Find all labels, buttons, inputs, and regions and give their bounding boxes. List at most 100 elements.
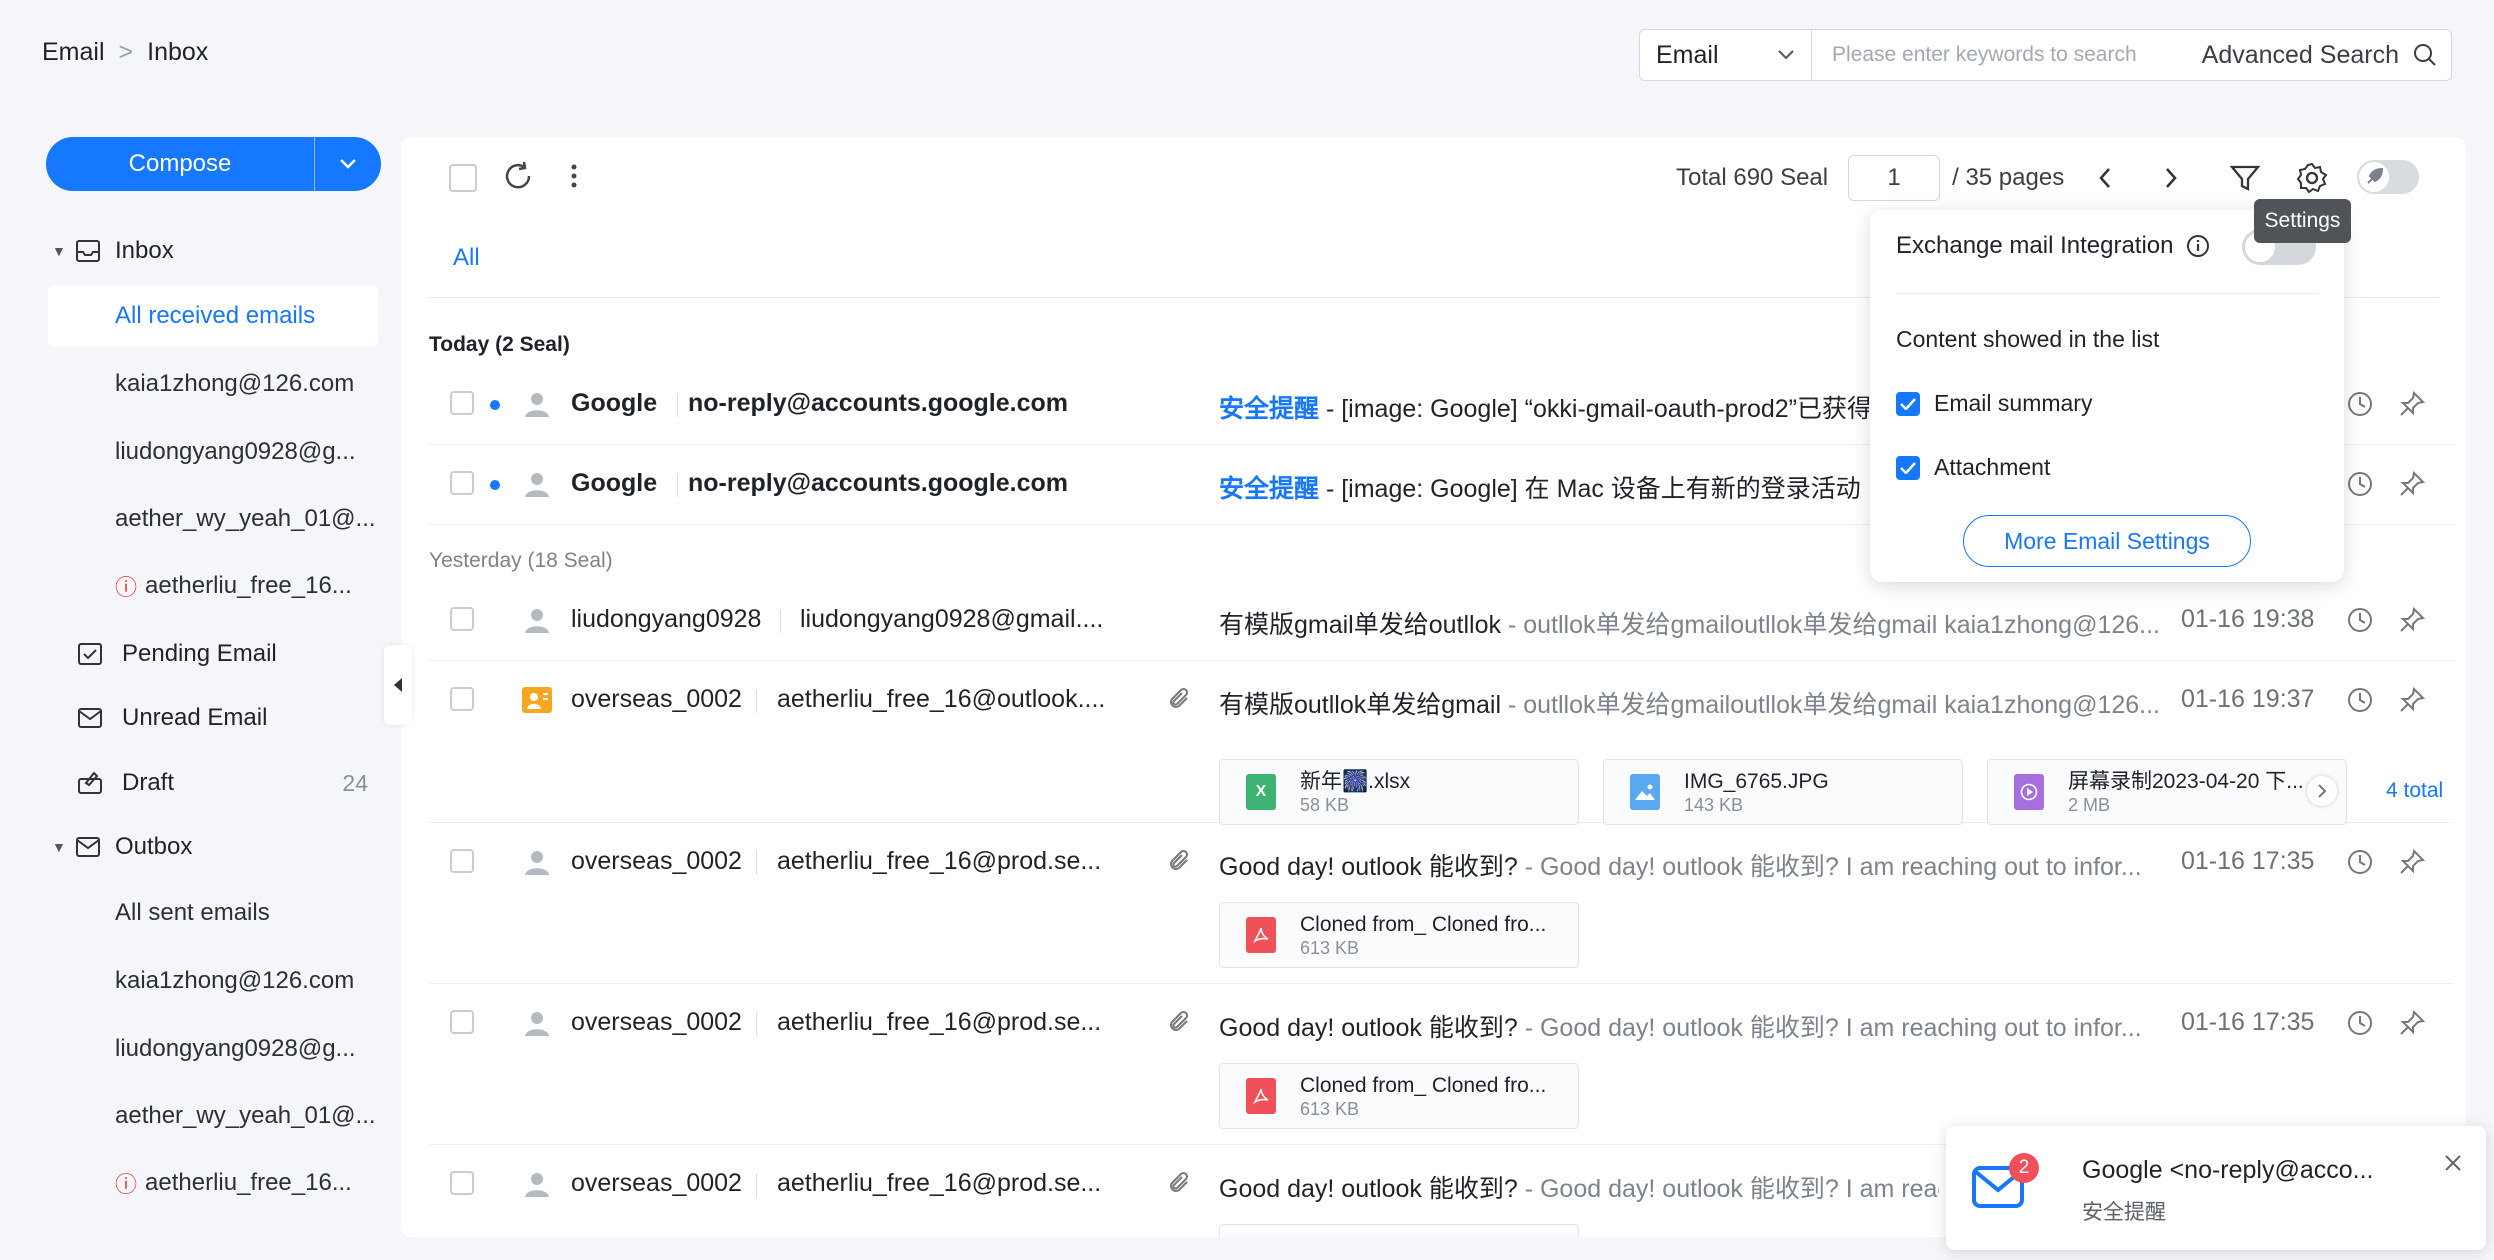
sidebar-item-outbox[interactable]: ▼ Outbox bbox=[0, 817, 380, 877]
refresh-button[interactable] bbox=[502, 160, 534, 192]
breadcrumb-inbox: Inbox bbox=[147, 38, 209, 66]
mail-row[interactable]: overseas_0002 aetherliu_free_16@prod.se.… bbox=[429, 983, 2454, 1145]
sidebar-item-account[interactable]: liudongyang0928@g... bbox=[48, 421, 378, 483]
search-type-select[interactable]: Email bbox=[1640, 30, 1812, 80]
gear-icon[interactable] bbox=[2296, 162, 2328, 194]
search-input[interactable]: Please enter keywords to search bbox=[1812, 30, 2202, 80]
check-icon bbox=[1900, 461, 1916, 474]
sidebar-item-inbox[interactable]: ▼ Inbox bbox=[0, 221, 380, 281]
pin-icon[interactable] bbox=[2399, 391, 2425, 417]
sidebar-item-pending[interactable]: Pending Email bbox=[0, 624, 380, 684]
clock-icon[interactable] bbox=[2347, 687, 2373, 713]
chevron-right-icon[interactable] bbox=[2164, 167, 2178, 189]
info-icon[interactable] bbox=[2186, 234, 2210, 258]
summary-checkbox[interactable] bbox=[1896, 391, 1920, 416]
draft-icon bbox=[76, 769, 104, 797]
page-number-input[interactable]: 1 bbox=[1848, 155, 1941, 201]
search-bar: Email Please enter keywords to search Ad… bbox=[1639, 29, 2452, 81]
caret-down-icon[interactable]: ▼ bbox=[52, 243, 66, 259]
clock-icon[interactable] bbox=[2347, 1010, 2373, 1036]
sidebar-label: Pending Email bbox=[122, 640, 277, 667]
quick-toggle[interactable] bbox=[2357, 160, 2419, 194]
close-icon[interactable] bbox=[2444, 1154, 2462, 1172]
sidebar-item-account[interactable]: ⓘ aetherliu_free_16... bbox=[48, 555, 378, 617]
option-attachment[interactable]: Attachment bbox=[1896, 454, 2050, 481]
breadcrumb-separator: > bbox=[118, 38, 134, 66]
sender-name: liudongyang0928 bbox=[571, 605, 762, 633]
attachment-card[interactable] bbox=[1219, 1224, 1579, 1237]
sidebar-label: Inbox bbox=[115, 237, 174, 264]
avatar-icon bbox=[525, 1012, 549, 1036]
avatar-icon bbox=[525, 473, 549, 497]
compose-button[interactable]: Compose bbox=[46, 137, 315, 191]
select-all-checkbox[interactable] bbox=[449, 164, 477, 192]
pin-icon[interactable] bbox=[2399, 1010, 2425, 1036]
draft-count: 24 bbox=[342, 769, 368, 796]
notification-badge: 2 bbox=[2009, 1153, 2039, 1183]
sidebar-item-account[interactable]: kaia1zhong@126.com bbox=[48, 950, 378, 1012]
sidebar-item-account[interactable]: ⓘ aetherliu_free_16... bbox=[48, 1152, 378, 1214]
clock-icon[interactable] bbox=[2347, 471, 2373, 497]
collapse-sidebar-button[interactable] bbox=[384, 645, 412, 725]
row-checkbox[interactable] bbox=[450, 687, 474, 711]
unread-dot bbox=[490, 480, 500, 490]
option-summary[interactable]: Email summary bbox=[1896, 390, 2092, 417]
pin-icon[interactable] bbox=[2399, 687, 2425, 713]
mail-summary: - outllok单发给gmailoutllok单发给gmail kaia1zh… bbox=[1501, 691, 2161, 719]
check-icon bbox=[1900, 397, 1916, 410]
attachments-total[interactable]: 4 total bbox=[2386, 779, 2443, 803]
attachments-next-button[interactable] bbox=[2307, 776, 2337, 806]
mail-row[interactable]: overseas_0002 aetherliu_free_16@outlook.… bbox=[429, 660, 2454, 825]
pin-icon[interactable] bbox=[2399, 471, 2425, 497]
mail-row[interactable]: liudongyang0928 liudongyang0928@gmail...… bbox=[429, 580, 2454, 661]
sidebar-item-account[interactable]: aether_wy_yeah_01@... bbox=[48, 1085, 378, 1147]
notification-toast[interactable]: 2 Google <no-reply@acco... 安全提醒 bbox=[1946, 1126, 2486, 1250]
attachment-card[interactable]: Cloned from_ Cloned fro... 613 KB bbox=[1219, 1063, 1579, 1129]
more-actions-button[interactable] bbox=[570, 162, 578, 190]
exchange-label: Exchange mail Integration bbox=[1896, 232, 2174, 259]
sidebar-item-all-sent[interactable]: All sent emails bbox=[48, 882, 378, 944]
attachment-checkbox[interactable] bbox=[1896, 455, 1920, 480]
sidebar-item-account[interactable]: kaia1zhong@126.com bbox=[48, 353, 378, 415]
breadcrumb-email[interactable]: Email bbox=[42, 38, 105, 67]
row-checkbox[interactable] bbox=[450, 391, 474, 415]
attachment-card[interactable]: Cloned from_ Cloned fro... 613 KB bbox=[1219, 902, 1579, 968]
pagination: Total 690 Seal 1 / 35 pages bbox=[1676, 155, 2328, 201]
sidebar-label: kaia1zhong@126.com bbox=[115, 967, 355, 994]
sidebar-item-all-received[interactable]: All received emails bbox=[48, 285, 378, 347]
clock-icon[interactable] bbox=[2347, 391, 2373, 417]
more-email-settings-button[interactable]: More Email Settings bbox=[1963, 515, 2251, 567]
clock-icon[interactable] bbox=[2347, 607, 2373, 633]
subject-text: Good day! outlook 能收到? bbox=[1219, 1175, 1525, 1203]
pin-icon[interactable] bbox=[2399, 607, 2425, 633]
row-checkbox[interactable] bbox=[450, 1171, 474, 1195]
mail-summary: - [image: Google] 在 Mac 设备上有新的登录活动 kaia1… bbox=[1325, 475, 1869, 503]
caret-down-icon[interactable]: ▼ bbox=[52, 839, 66, 855]
compose-dropdown-button[interactable] bbox=[315, 137, 381, 191]
mail-row[interactable]: overseas_0002 aetherliu_free_16@prod.se.… bbox=[429, 822, 2454, 984]
page-total: / 35 pages bbox=[1952, 164, 2065, 191]
pending-icon bbox=[76, 640, 104, 668]
pin-icon[interactable] bbox=[2399, 849, 2425, 875]
row-checkbox[interactable] bbox=[450, 1010, 474, 1034]
advanced-search-label: Advanced Search bbox=[2201, 40, 2399, 69]
filter-icon[interactable] bbox=[2230, 164, 2261, 192]
row-checkbox[interactable] bbox=[450, 471, 474, 495]
clock-icon[interactable] bbox=[2347, 849, 2373, 875]
tab-all[interactable]: All bbox=[453, 244, 480, 272]
attachment-card[interactable]: 屏幕录制2023-04-20 下... 2 MB bbox=[1987, 759, 2347, 825]
advanced-search-button[interactable]: Advanced Search bbox=[2202, 41, 2451, 70]
sender-address: aetherliu_free_16@prod.se... bbox=[777, 1008, 1102, 1036]
chevron-left-icon[interactable] bbox=[2098, 167, 2112, 189]
total-count: Total 690 Seal bbox=[1676, 164, 1829, 191]
sidebar-item-draft[interactable]: Draft 24 bbox=[0, 753, 380, 813]
mail-subject: Good day! outlook 能收到? - Good day! outlo… bbox=[1219, 1008, 2164, 1044]
sidebar-item-account[interactable]: aether_wy_yeah_01@... bbox=[48, 488, 378, 550]
row-checkbox[interactable] bbox=[450, 607, 474, 631]
rocket-icon bbox=[2359, 162, 2389, 192]
attachment-card[interactable]: IMG_6765.JPG 143 KB bbox=[1603, 759, 1963, 825]
row-checkbox[interactable] bbox=[450, 849, 474, 873]
sidebar-item-unread[interactable]: Unread Email bbox=[0, 688, 380, 748]
attachment-card[interactable]: X 新年🎆.xlsx 58 KB bbox=[1219, 759, 1579, 825]
sidebar-item-account[interactable]: liudongyang0928@g... bbox=[48, 1018, 378, 1080]
